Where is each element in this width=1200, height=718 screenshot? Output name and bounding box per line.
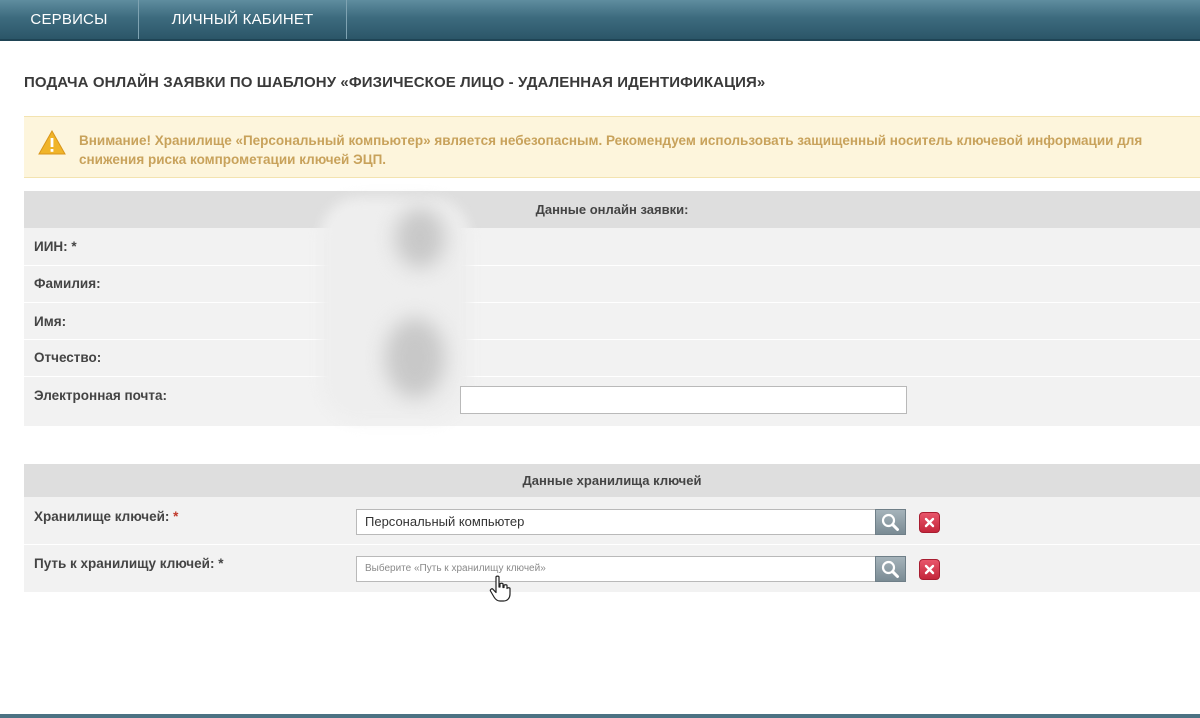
warning-text: Внимание! Хранилище «Персональный компью… [79, 133, 1143, 167]
key-storage-search-button[interactable] [875, 509, 906, 535]
search-icon [881, 513, 899, 531]
close-icon [924, 564, 935, 575]
patronymic-label: Отчество: [34, 350, 102, 365]
page-title: ПОДАЧА ОНЛАЙН ЗАЯВКИ ПО ШАБЛОНУ «ФИЗИЧЕС… [24, 74, 766, 91]
email-input[interactable] [460, 386, 907, 414]
blur-spot [395, 208, 445, 268]
row-patronymic: Отчество: [24, 340, 1200, 377]
warning-triangle-icon [38, 130, 66, 155]
row-iin: ИИН: * [24, 228, 1200, 266]
key-storage-clear-button[interactable] [919, 512, 940, 533]
key-path-required-mark: * [218, 556, 224, 571]
warning-banner: Внимание! Хранилище «Персональный компью… [24, 116, 1200, 178]
bottom-border [0, 714, 1200, 718]
email-label: Электронная почта: [34, 388, 167, 403]
top-nav: СЕРВИСЫ ЛИЧНЫЙ КАБИНЕТ [0, 0, 1200, 41]
keys-section-header: Данные хранилища ключей [24, 464, 1200, 497]
key-path-field[interactable]: Выберите «Путь к хранилищу ключей» [356, 556, 876, 582]
row-name: Имя: [24, 303, 1200, 340]
online-section-header: Данные онлайн заявки: [24, 191, 1200, 228]
close-icon [924, 517, 935, 528]
key-path-search-button[interactable] [875, 556, 906, 582]
surname-label: Фамилия: [34, 276, 101, 291]
key-storage-field[interactable]: Персональный компьютер [356, 509, 876, 535]
row-surname: Фамилия: [24, 266, 1200, 303]
key-storage-label: Хранилище ключей: * [34, 509, 179, 524]
nav-services[interactable]: СЕРВИСЫ [0, 0, 139, 39]
blur-spot [385, 318, 445, 398]
name-label: Имя: [34, 314, 67, 329]
hand-pointer-icon [489, 575, 511, 602]
key-storage-required-mark: * [173, 509, 179, 524]
search-icon [881, 560, 899, 578]
key-path-clear-button[interactable] [919, 559, 940, 580]
iin-label: ИИН: * [34, 239, 77, 254]
key-path-label: Путь к хранилищу ключей: * [34, 556, 224, 571]
iin-required-mark: * [71, 239, 77, 254]
nav-personal-cabinet[interactable]: ЛИЧНЫЙ КАБИНЕТ [139, 0, 347, 39]
